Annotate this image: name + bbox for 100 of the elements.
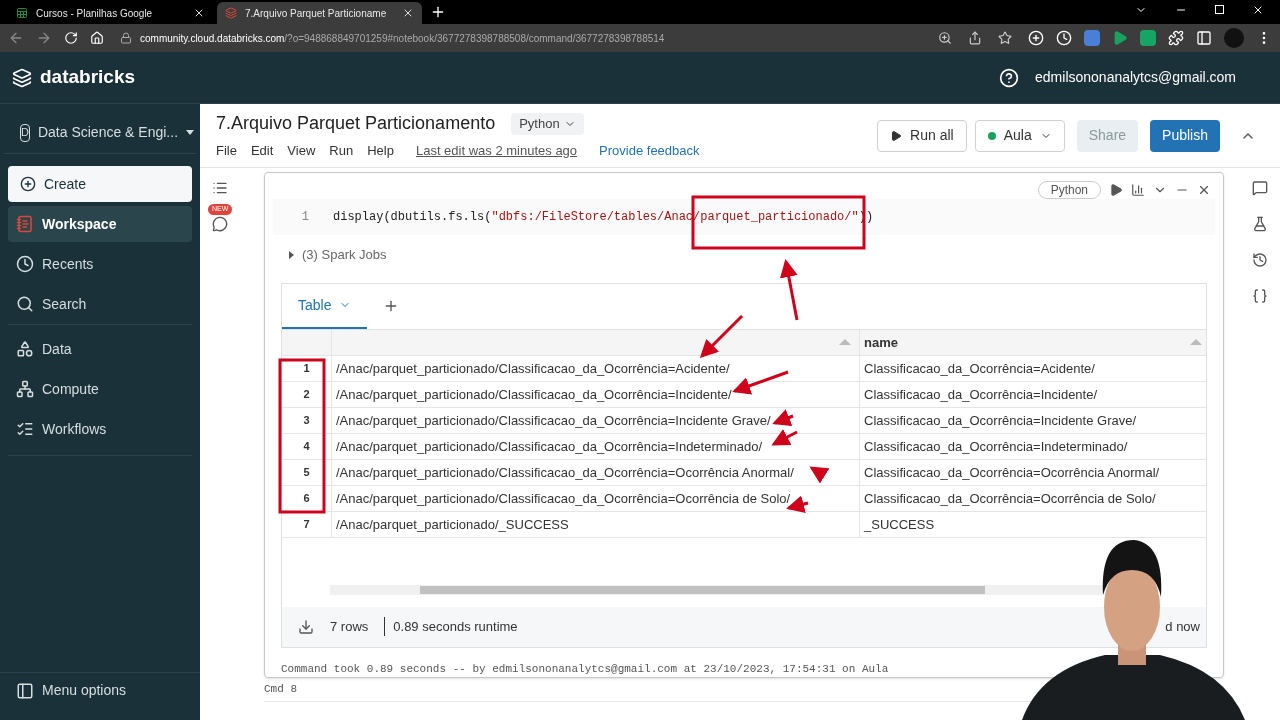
forward-icon[interactable]	[36, 30, 52, 46]
history-icon[interactable]	[1252, 252, 1268, 268]
sidebar-item[interactable]: Workflows	[8, 411, 192, 447]
workspace-switcher[interactable]: D Data Science & Engi...	[4, 112, 196, 154]
side-panel-icon[interactable]	[1196, 30, 1212, 46]
sidebar-item[interactable]: Workspace	[8, 206, 192, 242]
back-icon[interactable]	[8, 30, 24, 46]
row-number: 4	[282, 433, 332, 460]
row-number: 6	[282, 485, 332, 512]
table-of-contents-icon[interactable]	[212, 180, 228, 196]
menu-item[interactable]: Edit	[250, 141, 274, 161]
table-cell: /Anac/parquet_particionado/_SUCCESS	[332, 511, 860, 538]
publish-button[interactable]: Publish	[1150, 119, 1220, 152]
browser-tab[interactable]: 7.Arquivo Parquet Particioname	[217, 2, 422, 24]
sidebar-item[interactable]: Compute	[8, 371, 192, 407]
annotation-arrow	[699, 314, 744, 359]
table-cell: Classificacao_da_Ocorrência=Incidente/	[860, 381, 1206, 408]
runtime-text: 0.89 seconds runtime	[384, 616, 518, 637]
run-icon[interactable]	[1109, 183, 1123, 197]
annotation-arrow	[809, 466, 830, 484]
table-cell: /Anac/parquet_particionado/Classificacao_da_Ocorrência=Incidente Grave/	[332, 407, 860, 434]
layers-icon	[225, 7, 237, 19]
expand-icon[interactable]	[289, 250, 294, 259]
panel-icon	[16, 681, 34, 700]
tab-title: Cursos - Planilhas Google	[36, 6, 154, 21]
network-icon	[16, 380, 34, 398]
column-header[interactable]: name	[864, 332, 898, 353]
workspace-letter-icon: D	[20, 123, 30, 142]
spreadsheet-icon	[16, 7, 28, 19]
close-icon[interactable]	[402, 7, 414, 19]
annotation-arrow	[772, 409, 794, 426]
extensions-icon[interactable]	[1168, 30, 1184, 46]
row-number: 7	[282, 511, 332, 538]
table-cell: Classificacao_da_Ocorrência=Ocorrência de Solo/	[860, 485, 1206, 512]
brand-name: databricks	[40, 65, 136, 90]
scrollbar-thumb[interactable]	[420, 585, 985, 594]
menu-item[interactable]: Help	[367, 141, 394, 161]
home-icon[interactable]	[90, 31, 104, 45]
caret-icon	[186, 130, 195, 135]
extension-icon[interactable]	[1056, 30, 1072, 46]
annotation-arrow	[779, 259, 799, 321]
zoom-icon[interactable]	[938, 31, 952, 45]
table-cell: /Anac/parquet_particionado/Classificacao_da_Ocorrência=Ocorrência de Solo/	[332, 485, 860, 512]
row-number: 3	[282, 407, 332, 434]
reload-icon[interactable]	[64, 31, 78, 45]
sidebar-item[interactable]: Recents	[8, 246, 192, 282]
share-icon[interactable]	[968, 31, 982, 45]
url-host: community.cloud.databricks.com/?o=948868849701259#notebook/3677278398788508/command/3677278398788514	[140, 31, 665, 46]
refresh-status: d now	[1165, 617, 1200, 636]
clock-icon	[16, 255, 34, 273]
cell-label: Cmd 8	[264, 682, 297, 698]
menu-item[interactable]: Run	[329, 141, 354, 161]
play-icon	[890, 129, 903, 142]
bookmark-star-icon[interactable]	[998, 31, 1012, 45]
user-email[interactable]: edmilsononanalytcs@gmail.com	[1035, 67, 1236, 88]
close-icon[interactable]	[1197, 183, 1211, 197]
table-cell: Classificacao_da_Ocorrência=Incidente Grave/	[860, 407, 1206, 434]
chat-icon[interactable]	[212, 216, 228, 232]
create-button[interactable]: Create	[8, 166, 192, 202]
comments-icon[interactable]	[1252, 180, 1268, 196]
variables-icon[interactable]	[1252, 288, 1268, 304]
sidebar-item[interactable]: Data	[8, 331, 192, 367]
row-number: 5	[282, 459, 332, 486]
menu-item[interactable]: View	[287, 141, 316, 161]
browser-tab[interactable]: Cursos - Planilhas Google	[8, 2, 213, 24]
table-cell: _SUCCESS	[860, 511, 1206, 538]
run-all-button[interactable]: Run all	[877, 119, 967, 152]
notebook-title[interactable]: 7.Arquivo Parquet Particionamento	[216, 110, 496, 138]
lock-icon	[120, 32, 132, 44]
tab-title: 7.Arquivo Parquet Particioname	[245, 6, 388, 21]
close-icon[interactable]	[193, 7, 205, 19]
logo-icon	[12, 67, 32, 88]
table-cell: /Anac/parquet_particionado/Classificacao_da_Ocorrência=Ocorrência Anormal/	[332, 459, 860, 486]
row-number: 2	[282, 381, 332, 408]
cluster-selector[interactable]: Aula	[974, 119, 1065, 152]
restore-icon[interactable]	[1215, 5, 1224, 14]
shapes-icon	[16, 340, 34, 358]
notebook-icon	[16, 215, 34, 233]
checklist-icon	[16, 420, 34, 438]
result-tab[interactable]: Table	[282, 283, 368, 329]
language-selector[interactable]: Python	[511, 112, 584, 135]
command-info: Command took 0.89 seconds -- by edmilsononanalytcs@gmail.com at 23/10/2023, 17:54:31 on Aula	[281, 662, 889, 675]
download-icon[interactable]	[298, 618, 314, 635]
line-number: 1	[300, 208, 310, 226]
table-cell: /Anac/parquet_particionado/Classificacao_da_Ocorrência=Incidente/	[332, 381, 860, 408]
row-count: 7 rows	[330, 617, 369, 636]
table-cell: Classificacao_da_Ocorrência=Ocorrência Anormal/	[860, 459, 1206, 486]
flask-icon[interactable]	[1252, 216, 1268, 232]
table-cell: Classificacao_da_Ocorrência=Acidente/	[860, 355, 1206, 382]
extension-icon[interactable]	[1028, 30, 1044, 46]
search-icon	[16, 295, 34, 313]
help-icon[interactable]	[999, 67, 1020, 88]
sidebar-item[interactable]: Search	[8, 286, 192, 322]
chart-icon[interactable]	[1131, 183, 1145, 197]
menu-item[interactable]: File	[216, 141, 237, 161]
last-edit-link[interactable]: Last edit was 2 minutes ago	[415, 141, 578, 161]
close-icon[interactable]	[1252, 4, 1264, 16]
spark-jobs-toggle[interactable]: (3) Spark Jobs	[302, 245, 387, 265]
new-tab-icon[interactable]	[430, 4, 446, 20]
feedback-link[interactable]: Provide feedback	[599, 141, 700, 161]
